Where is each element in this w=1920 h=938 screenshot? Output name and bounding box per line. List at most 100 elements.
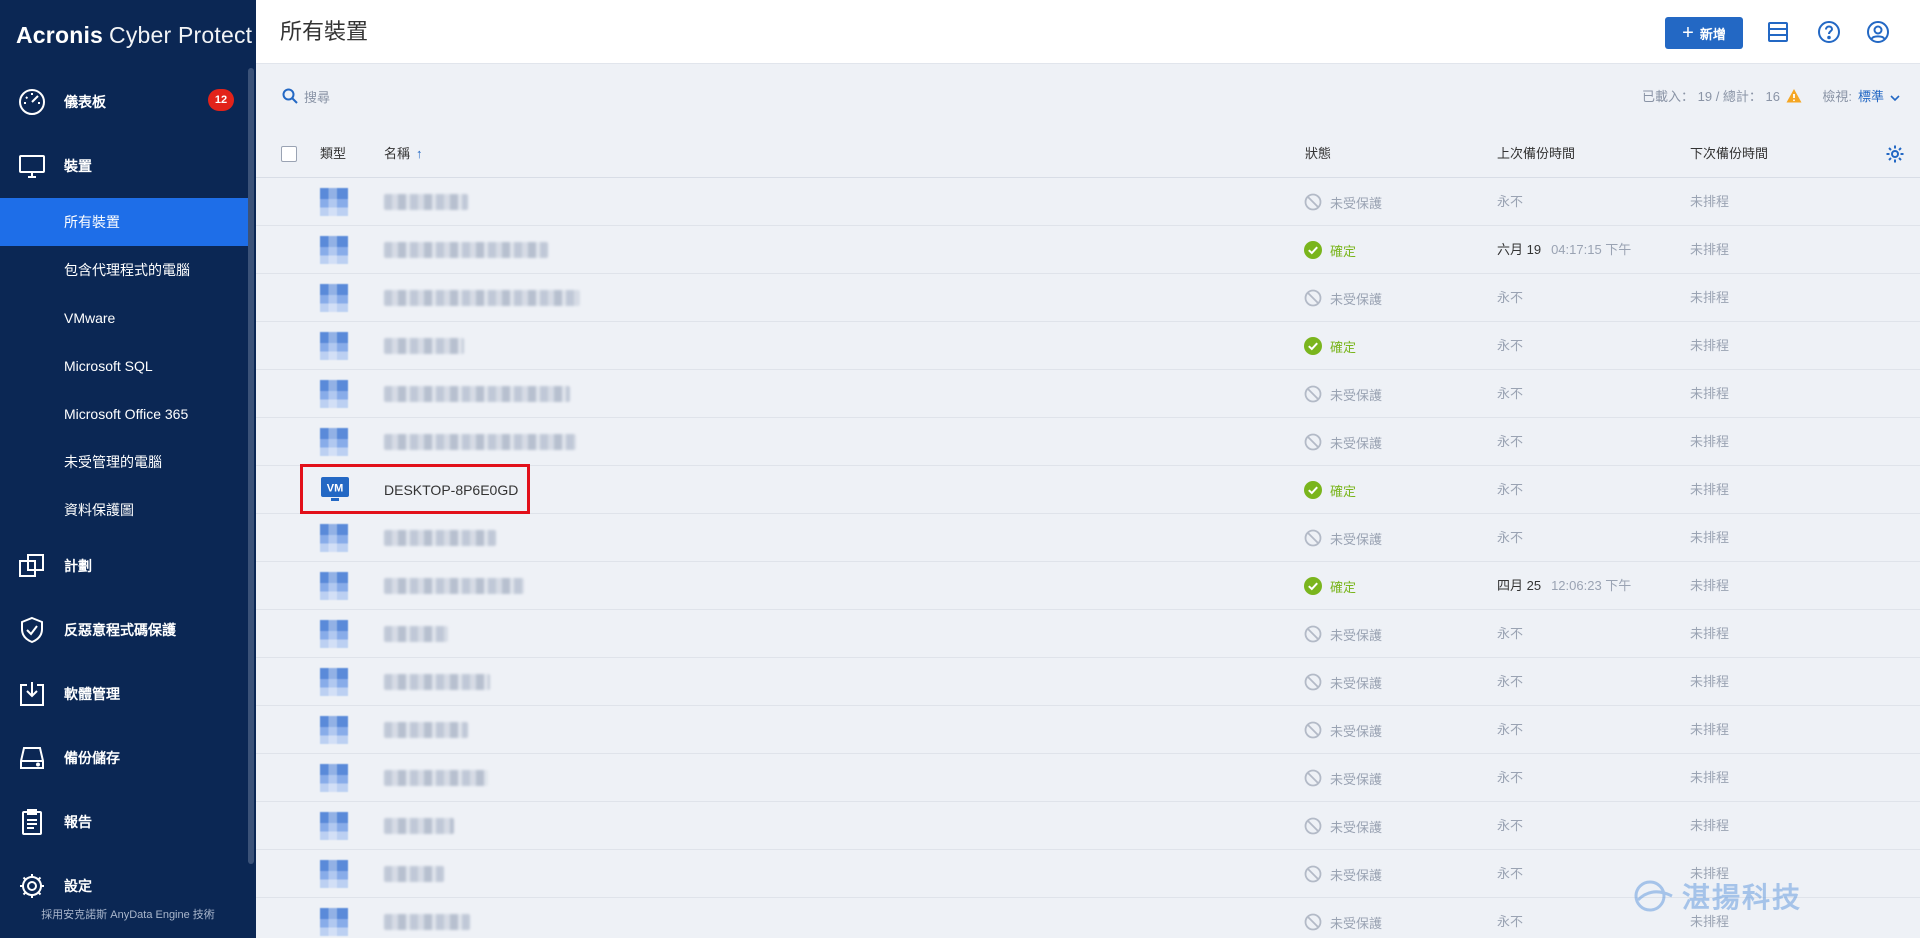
last-backup-time: 永不: [1497, 802, 1523, 850]
device-name-redacted[interactable]: [384, 722, 468, 738]
last-backup-time: 永不: [1497, 322, 1523, 370]
devices-table: 類型 名稱 ↑ 狀態 上次備份時間 下次備份時間 未受保護 永不 未排程 確定 六月 19…: [256, 130, 1920, 938]
add-new-button[interactable]: + 新增: [1665, 17, 1743, 49]
table-row[interactable]: 確定 六月 19 04:17:15 下午 未排程: [256, 226, 1920, 274]
machine-type-icon: [320, 764, 348, 792]
sidebar-subitem-machines-with-agents[interactable]: 包含代理程式的電腦: [0, 246, 248, 294]
sidebar-item-dashboard[interactable]: 儀表板 12: [0, 70, 248, 134]
sidebar-scrollbar[interactable]: [248, 68, 254, 864]
status-text: 未受保護: [1330, 435, 1383, 451]
protection-status: 確定: [1304, 226, 1356, 274]
next-backup-time: 未排程: [1690, 434, 1730, 449]
sidebar-item-software-management[interactable]: 軟體管理: [0, 662, 248, 726]
table-row[interactable]: 未受保護 永不 未排程: [256, 274, 1920, 322]
table-row[interactable]: 未受保護 永不 未排程: [256, 370, 1920, 418]
sidebar-item-reports[interactable]: 報告: [0, 790, 248, 854]
not-protected-icon: [1304, 193, 1322, 211]
table-row[interactable]: 未受保護 永不 未排程: [256, 178, 1920, 226]
protection-status: 未受保護: [1304, 802, 1382, 850]
table-row[interactable]: 確定 永不 未排程: [256, 322, 1920, 370]
status-text: 確定: [1330, 579, 1357, 595]
search-icon: [282, 88, 300, 106]
last-backup-date: 永不: [1497, 722, 1524, 737]
software-icon: [16, 678, 48, 710]
next-backup-time: 未排程: [1690, 818, 1730, 833]
layout-toggle-icon[interactable]: [1764, 18, 1792, 46]
machine-type-icon: [320, 812, 348, 840]
column-header-last-backup[interactable]: 上次備份時間: [1497, 130, 1575, 178]
last-backup-time: 永不: [1497, 178, 1523, 226]
help-icon[interactable]: [1815, 18, 1843, 46]
device-name-redacted[interactable]: [384, 578, 524, 594]
chevron-down-icon: [1890, 91, 1900, 101]
column-header-name[interactable]: 名稱 ↑: [384, 130, 423, 178]
device-name-redacted[interactable]: [384, 194, 468, 210]
device-name-redacted[interactable]: [384, 914, 470, 930]
sidebar-subitem-all-devices[interactable]: 所有裝置: [0, 198, 248, 246]
last-backup-date: 永不: [1497, 674, 1524, 689]
device-name-redacted[interactable]: [384, 818, 454, 834]
not-protected-icon: [1304, 769, 1322, 787]
sidebar-subitem-microsoft-sql[interactable]: Microsoft SQL: [0, 342, 248, 390]
sidebar-subitem-data-protection-map[interactable]: 資料保護圖: [0, 486, 248, 534]
sidebar-item-plans[interactable]: 計劃: [0, 534, 248, 598]
user-account-icon[interactable]: [1864, 18, 1892, 46]
table-row[interactable]: 未受保護 永不 未排程: [256, 802, 1920, 850]
device-name-redacted[interactable]: [384, 290, 580, 306]
machine-type-icon: [320, 572, 348, 600]
brand-logo[interactable]: Acronis Cyber Protect: [0, 0, 256, 70]
sidebar-subitem-unmanaged-machines[interactable]: 未受管理的電腦: [0, 438, 248, 486]
table-row[interactable]: 未受保護 永不 未排程: [256, 706, 1920, 754]
device-name-redacted[interactable]: [384, 626, 448, 642]
loaded-count-text: 已載入： 19 / 總計： 16: [1642, 89, 1780, 104]
view-value[interactable]: 標準: [1858, 86, 1884, 105]
last-backup-date: 永不: [1497, 530, 1524, 545]
table-row[interactable]: 未受保護 永不 未排程: [256, 418, 1920, 466]
machine-type-icon: [320, 284, 348, 312]
not-protected-icon: [1304, 433, 1322, 451]
last-backup-date: 永不: [1497, 386, 1524, 401]
status-text: 未受保護: [1330, 723, 1383, 739]
device-name-redacted[interactable]: [384, 770, 488, 786]
protection-status: 未受保護: [1304, 370, 1382, 418]
warning-icon[interactable]: [1786, 88, 1802, 104]
device-name-redacted[interactable]: [384, 674, 490, 690]
column-header-type[interactable]: 類型: [320, 130, 346, 178]
not-protected-icon: [1304, 817, 1322, 835]
machine-type-icon: [320, 380, 348, 408]
gear-icon: [16, 870, 48, 902]
column-header-status[interactable]: 狀態: [1305, 130, 1331, 178]
device-name-redacted[interactable]: [384, 242, 548, 258]
device-name-redacted[interactable]: [384, 866, 444, 882]
sidebar-subitem-vmware[interactable]: VMware: [0, 294, 248, 342]
sidebar-subitem-office-365[interactable]: Microsoft Office 365: [0, 390, 248, 438]
table-row[interactable]: 未受保護 永不 未排程: [256, 610, 1920, 658]
sort-ascending-icon: ↑: [416, 146, 423, 161]
next-backup-time: 未排程: [1690, 338, 1730, 353]
sidebar-item-backup-storage[interactable]: 備份儲存: [0, 726, 248, 790]
next-backup-time: 未排程: [1690, 290, 1730, 305]
device-name-redacted[interactable]: [384, 386, 570, 402]
device-name-redacted[interactable]: [384, 530, 496, 546]
view-selector[interactable]: 檢視: 標準: [1822, 86, 1900, 105]
machine-type-icon: [320, 428, 348, 456]
column-settings-gear-icon[interactable]: [1885, 144, 1905, 164]
column-header-next-backup[interactable]: 下次備份時間: [1690, 130, 1768, 178]
watermark-logo-icon: [1630, 876, 1676, 916]
table-row[interactable]: 確定 四月 25 12:06:23 下午 未排程: [256, 562, 1920, 610]
select-all-checkbox[interactable]: [281, 146, 297, 162]
device-name-redacted[interactable]: [384, 338, 464, 354]
search-input[interactable]: [304, 84, 704, 110]
table-row[interactable]: 未受保護 永不 未排程: [256, 658, 1920, 706]
protection-status: 未受保護: [1304, 514, 1382, 562]
next-backup-time: 未排程: [1690, 242, 1730, 257]
sidebar-item-antimalware[interactable]: 反惡意程式碼保護: [0, 598, 248, 662]
table-row[interactable]: 未受保護 永不 未排程: [256, 514, 1920, 562]
table-row[interactable]: 未受保護 永不 未排程: [256, 754, 1920, 802]
not-protected-icon: [1304, 721, 1322, 739]
device-name-redacted[interactable]: [384, 434, 576, 450]
last-backup-time: 永不: [1497, 370, 1523, 418]
device-name[interactable]: DESKTOP-8P6E0GD: [384, 466, 518, 514]
table-row[interactable]: VM DESKTOP-8P6E0GD 確定 永不 未排程: [256, 464, 1920, 514]
sidebar-item-devices[interactable]: 裝置: [0, 134, 248, 198]
